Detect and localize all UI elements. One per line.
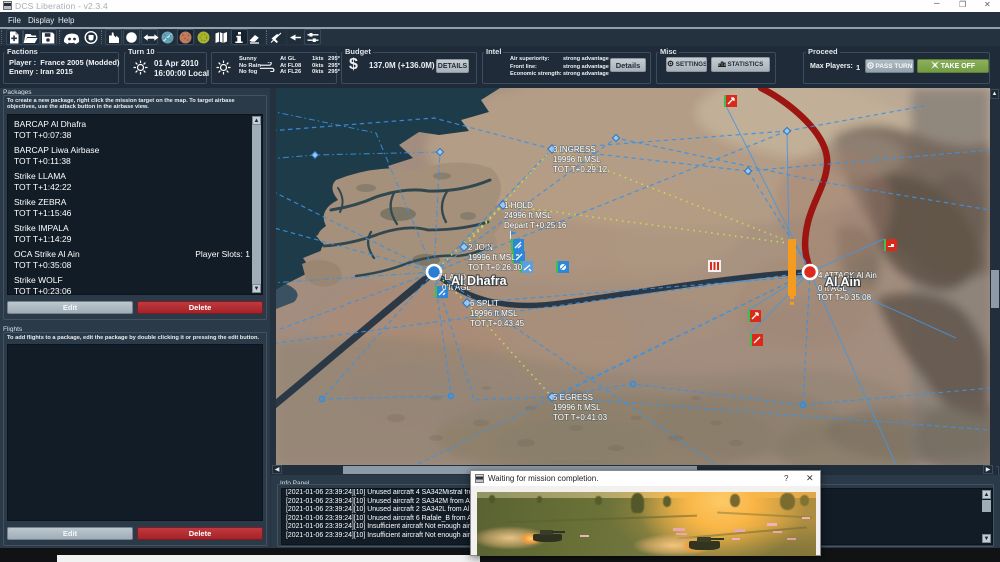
svg-text:19996 ft MSL: 19996 ft MSL <box>553 403 601 412</box>
svg-text:TOT T+0:41:03: TOT T+0:41:03 <box>553 413 608 422</box>
svg-text:5 EGRESS: 5 EGRESS <box>553 393 593 402</box>
svg-text:19996 ft MSL: 19996 ft MSL <box>470 309 518 318</box>
svg-text:3 INGRESS: 3 INGRESS <box>553 145 596 154</box>
svg-text:6 SPLIT: 6 SPLIT <box>470 299 499 308</box>
svg-text:19996 ft MSL: 19996 ft MSL <box>468 253 516 262</box>
svg-text:Depart T+0:25:16: Depart T+0:25:16 <box>504 221 567 230</box>
svg-text:TOT T+0:29:12: TOT T+0:29:12 <box>553 165 608 174</box>
svg-text:TOT T+0:26:30: TOT T+0:26:30 <box>468 263 523 272</box>
svg-text:TOT T+0:35:08: TOT T+0:35:08 <box>817 293 872 302</box>
svg-text:TOT T+0:43:45: TOT T+0:43:45 <box>470 319 525 328</box>
svg-text:19996 ft MSL: 19996 ft MSL <box>553 155 601 164</box>
svg-text:24996 ft MSL: 24996 ft MSL <box>504 211 552 220</box>
svg-text:Al Dhafra: Al Dhafra <box>451 274 508 288</box>
svg-text:1 HOLD: 1 HOLD <box>504 201 533 210</box>
svg-text:2 JOIN: 2 JOIN <box>468 243 493 252</box>
svg-text:Al Ain: Al Ain <box>825 275 861 289</box>
